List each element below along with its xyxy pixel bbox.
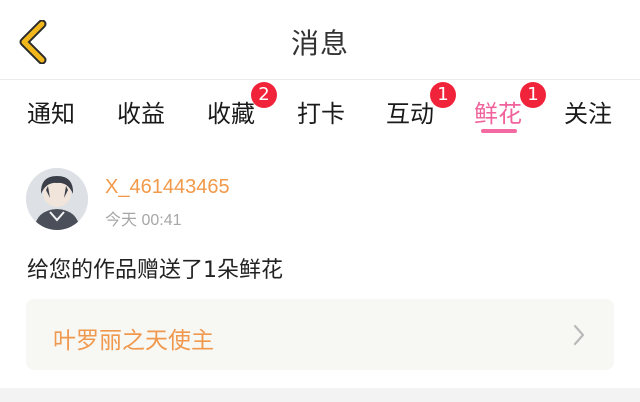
tab-interaction[interactable]: 互动 1 — [386, 82, 456, 129]
tab-label: 收益 — [117, 100, 165, 128]
tab-favorites[interactable]: 收藏 2 — [207, 82, 277, 129]
message-content: 给您的作品赠送了1朵鲜花 — [27, 258, 283, 283]
top-bar: 消息 — [0, 0, 640, 80]
tab-flowers[interactable]: 鲜花 1 — [474, 82, 546, 129]
tab-label: 收藏 — [207, 100, 255, 128]
chevron-right-icon — [573, 324, 585, 346]
username-link[interactable]: X_461443465 — [105, 176, 230, 199]
avatar[interactable] — [26, 168, 88, 230]
work-link-card[interactable]: 叶罗丽之天使主 — [26, 299, 614, 370]
tab-follow[interactable]: 关注 — [564, 94, 612, 129]
tab-label: 打卡 — [297, 100, 345, 128]
list-separator — [0, 388, 640, 402]
message-item: X_461443465 今天 00:41 给您的作品赠送了1朵鲜花 叶罗丽之天使… — [0, 142, 640, 388]
tab-checkin[interactable]: 打卡 — [297, 94, 345, 129]
tab-label: 鲜花 — [474, 100, 522, 128]
badge-count: 2 — [251, 82, 277, 108]
tab-bar: 通知 收益 收藏 2 打卡 互动 1 鲜花 1 关注 — [0, 80, 640, 142]
tab-label: 通知 — [27, 100, 75, 128]
user-avatar-icon — [26, 168, 88, 230]
message-time: 今天 00:41 — [105, 212, 182, 229]
active-tab-indicator — [481, 129, 517, 133]
page-title: 消息 — [290, 27, 349, 60]
tab-label: 互动 — [386, 100, 434, 128]
badge-count: 1 — [430, 82, 456, 108]
badge-count: 1 — [520, 82, 546, 108]
tab-label: 关注 — [564, 100, 612, 128]
tab-notice[interactable]: 通知 — [27, 94, 75, 129]
tab-earnings[interactable]: 收益 — [117, 94, 165, 129]
work-title: 叶罗丽之天使主 — [53, 328, 214, 354]
